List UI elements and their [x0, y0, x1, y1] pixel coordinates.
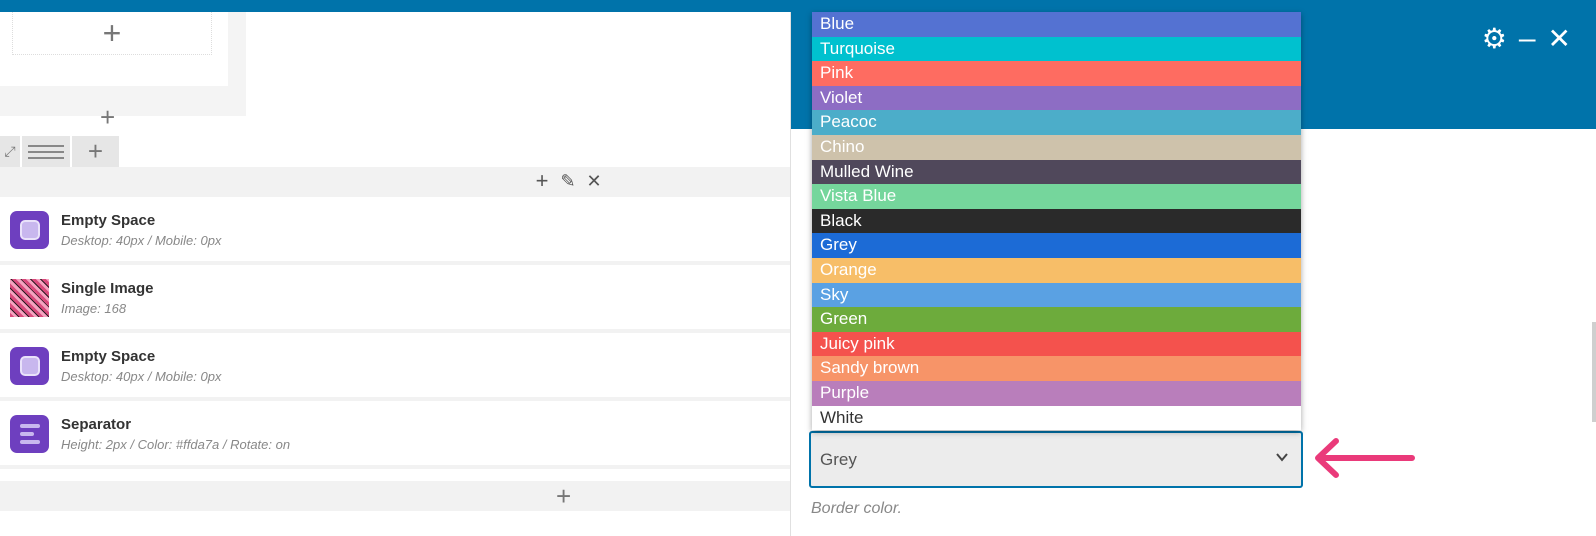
close-icon[interactable]: ✕	[1548, 25, 1571, 53]
top-admin-bar	[0, 0, 1596, 12]
empty-space-icon	[10, 347, 49, 385]
column-toolbar: + ✎ ✕	[0, 167, 790, 197]
image-thumbnail	[10, 279, 49, 317]
dropdown-option[interactable]: Chino	[812, 134, 1301, 160]
dropdown-option[interactable]: Orange	[812, 257, 1301, 283]
add-element-placeholder[interactable]: +	[12, 12, 212, 55]
element-details: Height: 2px / Color: #ffda7a / Rotate: o…	[61, 437, 291, 452]
chevron-down-icon	[1276, 453, 1288, 462]
delete-icon[interactable]: ✕	[584, 172, 604, 190]
edit-icon[interactable]: ✎	[558, 172, 578, 190]
dropdown-option[interactable]: Sandy brown	[812, 356, 1301, 381]
element-row[interactable]: Single Image Image: 168	[0, 265, 790, 333]
gear-icon[interactable]: ⚙	[1482, 25, 1507, 53]
expand-icon[interactable]: ⤢	[0, 136, 20, 167]
dropdown-option[interactable]: Violet	[812, 85, 1301, 111]
color-dropdown-list[interactable]: Blue Turquoise Pink Violet Peacoc Chino Mulled…	[812, 12, 1301, 431]
element-list: Empty Space Desktop: 40px / Mobile: 0px …	[0, 197, 790, 469]
field-hint: Border color.	[811, 500, 902, 517]
add-icon[interactable]: +	[532, 170, 552, 192]
dropdown-option[interactable]: Blue	[812, 12, 1301, 37]
dropdown-option[interactable]: Grey	[812, 233, 1301, 258]
dropdown-option[interactable]: Vista Blue	[812, 184, 1301, 209]
add-element-bar[interactable]: +	[0, 481, 790, 511]
empty-space-icon	[10, 211, 49, 249]
dropdown-option[interactable]: Pink	[812, 61, 1301, 86]
element-title: Separator	[61, 416, 132, 433]
add-column-button[interactable]: +	[72, 136, 119, 167]
dropdown-option[interactable]: Turquoise	[812, 36, 1301, 62]
inner-column: +	[0, 12, 228, 86]
row-layout-button[interactable]	[22, 136, 70, 167]
element-title: Empty Space	[61, 348, 156, 365]
dropdown-option[interactable]: Black	[812, 208, 1301, 234]
minimize-icon[interactable]: ‒	[1519, 24, 1536, 54]
menu-lines-icon	[28, 144, 64, 159]
dropdown-option[interactable]: Peacoc	[812, 110, 1301, 135]
plus-icon: +	[556, 481, 572, 511]
element-details: Desktop: 40px / Mobile: 0px	[61, 233, 222, 248]
border-color-select[interactable]: Grey	[809, 431, 1303, 488]
element-details: Image: 168	[61, 301, 127, 316]
plus-icon: +	[100, 102, 116, 132]
plus-icon: +	[102, 15, 122, 51]
dropdown-option[interactable]: Green	[812, 307, 1301, 332]
panel-scrollbar[interactable]	[1592, 322, 1596, 422]
add-element-button[interactable]: +	[100, 104, 115, 131]
separator-icon	[10, 415, 49, 453]
inner-column-container: + +	[0, 12, 246, 130]
element-details: Desktop: 40px / Mobile: 0px	[61, 369, 222, 384]
dropdown-option[interactable]: Purple	[812, 380, 1301, 406]
element-row[interactable]: Separator Height: 2px / Color: #ffda7a /…	[0, 401, 790, 469]
element-title: Empty Space	[61, 212, 156, 229]
dropdown-option[interactable]: Juicy pink	[812, 331, 1301, 357]
select-value: Grey	[820, 449, 857, 469]
dropdown-option[interactable]: White	[812, 405, 1301, 431]
row-controls: ⤢ +	[0, 136, 121, 167]
dropdown-option[interactable]: Mulled Wine	[812, 159, 1301, 185]
arrow-annotation-icon	[1315, 438, 1415, 478]
element-row[interactable]: Empty Space Desktop: 40px / Mobile: 0px	[0, 197, 790, 265]
builder-canvas: + + ⤢ + + ✎ ✕ Empty Space Desktop: 40px …	[0, 12, 790, 536]
element-title: Single Image	[61, 280, 154, 297]
dropdown-option[interactable]: Sky	[812, 282, 1301, 308]
element-row[interactable]: Empty Space Desktop: 40px / Mobile: 0px	[0, 333, 790, 401]
